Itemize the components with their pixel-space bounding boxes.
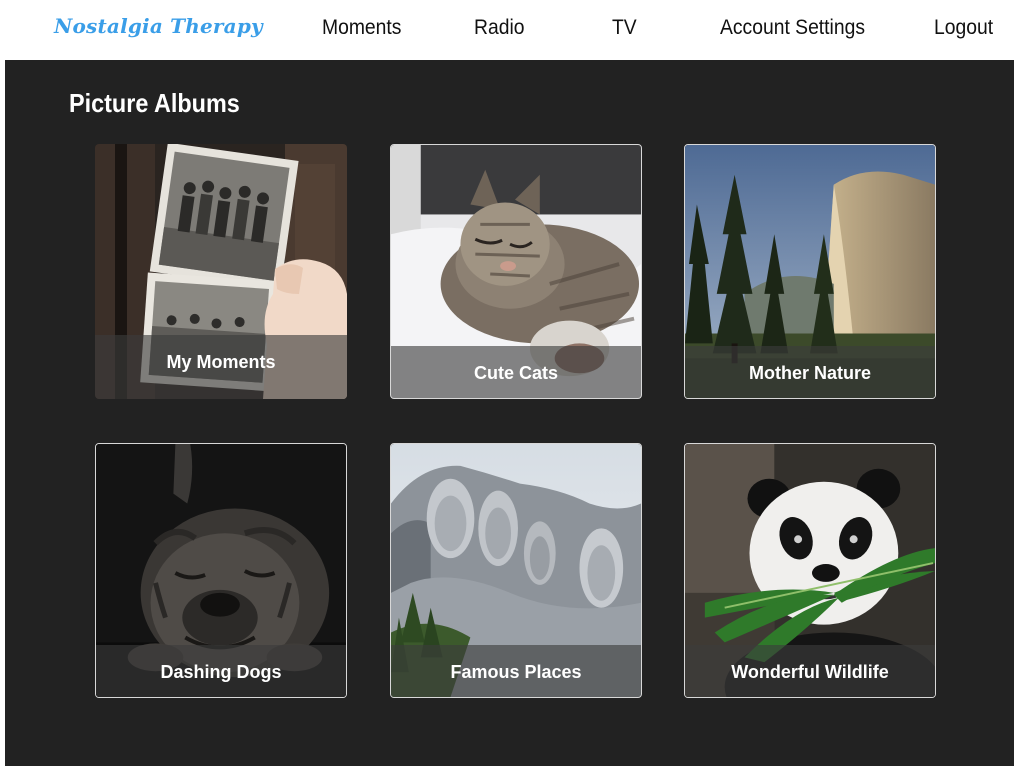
nav-moments[interactable]: Moments xyxy=(322,16,401,40)
nav-tv[interactable]: TV xyxy=(612,16,637,40)
album-card-famous-places[interactable]: Famous Places xyxy=(390,443,642,698)
album-label: Wonderful Wildlife xyxy=(731,662,889,682)
album-label: Famous Places xyxy=(450,662,582,682)
album-card-cute-cats[interactable]: Cute Cats xyxy=(390,144,642,399)
main-content: Picture Albums My Moments Cute Cats Moth… xyxy=(5,60,1014,766)
album-card-my-moments[interactable]: My Moments xyxy=(95,144,347,399)
nav-logout[interactable]: Logout xyxy=(934,16,993,40)
top-navbar: Nostalgia Therapy Moments Radio TV Accou… xyxy=(0,0,1014,60)
page-title: Picture Albums xyxy=(69,88,240,118)
album-card-dashing-dogs[interactable]: Dashing Dogs xyxy=(95,443,347,698)
album-label: Dashing Dogs xyxy=(160,662,282,682)
nav-account-settings[interactable]: Account Settings xyxy=(720,16,865,40)
album-label: Mother Nature xyxy=(748,363,871,383)
nav-radio[interactable]: Radio xyxy=(474,16,524,40)
app-logo[interactable]: Nostalgia Therapy xyxy=(54,14,263,38)
album-label: My Moments xyxy=(166,352,276,372)
album-label: Cute Cats xyxy=(473,363,558,383)
album-card-mother-nature[interactable]: Mother Nature xyxy=(684,144,936,399)
album-card-wonderful-wildlife[interactable]: Wonderful Wildlife xyxy=(684,443,936,698)
